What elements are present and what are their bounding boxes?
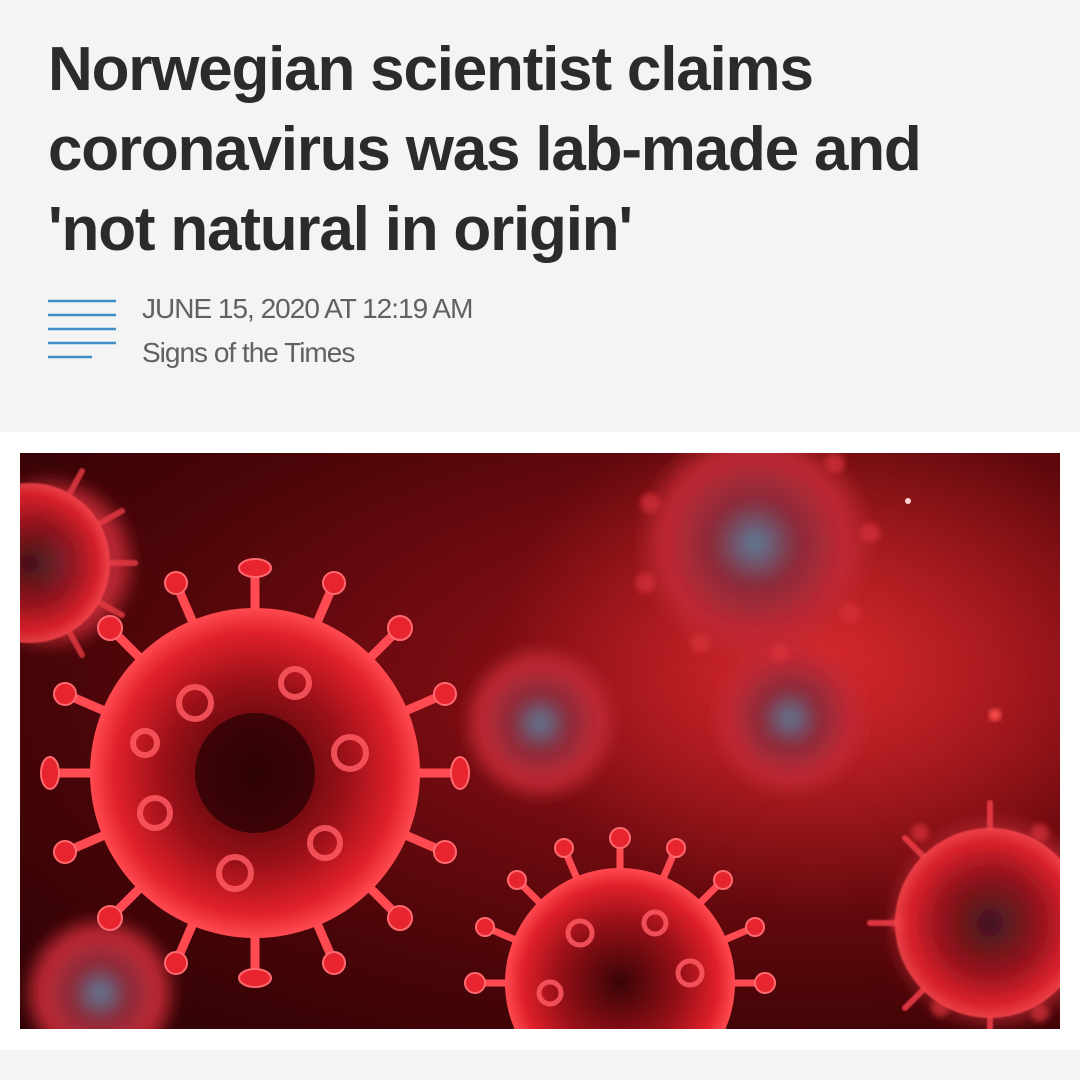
headline-line-3: 'not natural in origin' — [48, 195, 633, 264]
article-header: Norwegian scientist claims coronavirus w… — [0, 0, 1080, 432]
footer-strip — [0, 1050, 1080, 1080]
article-headline[interactable]: Norwegian scientist claims coronavirus w… — [48, 30, 1048, 270]
foreground-virus-particle — [40, 558, 470, 988]
article-image-frame — [0, 432, 1080, 1050]
article-hero-image[interactable] — [20, 453, 1060, 1029]
article-date: JUNE 15, 2020 AT 12:19 AM — [142, 293, 473, 324]
article-source[interactable]: Signs of the Times — [142, 333, 355, 373]
headline-line-2: coronavirus was lab-made and — [48, 115, 922, 184]
headline-line-1: Norwegian scientist claims — [48, 35, 814, 104]
hamburger-menu-icon[interactable] — [48, 298, 116, 362]
